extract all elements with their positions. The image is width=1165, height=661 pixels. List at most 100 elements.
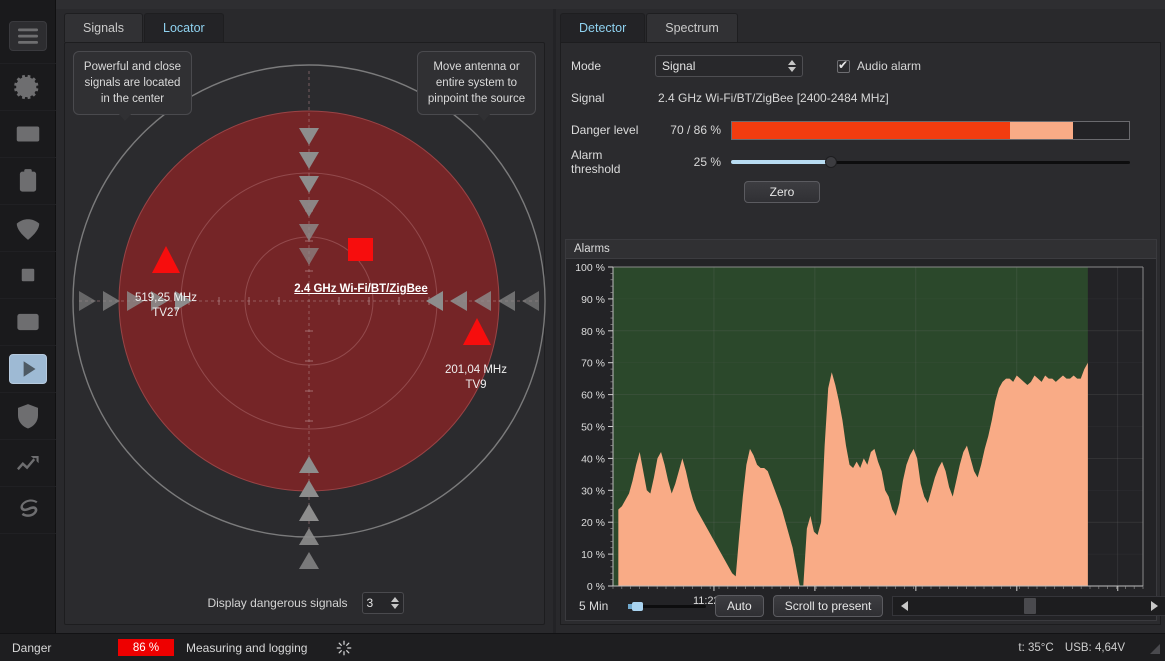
gear-icon [13, 74, 38, 100]
radar-label-wifi[interactable]: 2.4 GHz Wi-Fi/BT/ZigBee [270, 283, 452, 295]
trend-up-icon [16, 456, 39, 471]
audio-alarm-checkbox[interactable]: Audio alarm [837, 58, 922, 73]
locator-pane: Signals Locator 519,25 MHz TV27 2.4 GHz … [56, 9, 553, 633]
hamburger-icon [17, 28, 38, 44]
status-left-group: Danger 86 % Measuring and logging [8, 637, 1018, 659]
loading-spinner-icon [337, 640, 352, 655]
scroll-right-icon[interactable] [1143, 597, 1165, 615]
sidebar-item-menu[interactable] [0, 9, 56, 64]
chart-horizontal-scrollbar[interactable] [892, 596, 1165, 616]
play-icon [23, 361, 35, 377]
stepper-arrows-icon[interactable] [390, 597, 399, 609]
mode-value: Signal [662, 59, 696, 73]
play-button-box [8, 354, 47, 384]
threshold-knob[interactable] [824, 156, 837, 168]
alarm-threshold-row: Alarm threshold 25 % [561, 148, 1160, 176]
detector-tab-row: Detector Spectrum [556, 9, 1165, 42]
callout-move-antenna-hint-text: Move antenna or entire system to pinpoin… [427, 61, 526, 105]
locator-tab-row: Signals Locator [56, 9, 553, 42]
sidebar-item-trend[interactable] [0, 440, 56, 487]
scroll-to-present-button[interactable]: Scroll to present [772, 595, 884, 617]
shield-check-icon [17, 404, 38, 429]
sidebar-item-signal-info[interactable] [0, 205, 56, 252]
alarm-threshold-value: 25 % [693, 155, 721, 169]
display-dangerous-signals-stepper[interactable]: 3 [361, 592, 404, 614]
callout-tail-right [477, 113, 491, 121]
detector-pane: Detector Spectrum Mode Signal Audio alar… [556, 9, 1165, 633]
zero-button[interactable]: Zero [744, 181, 820, 203]
alarm-threshold-label: Alarm threshold [571, 148, 621, 176]
alarms-panel-title: Alarms [566, 240, 1156, 259]
radar-label-tv27-freq: 519,25 MHz [134, 292, 197, 304]
alarm-threshold-slider[interactable] [731, 155, 1130, 169]
detector-body: Mode Signal Audio alarm Signal 2.4 GHz W… [560, 42, 1165, 625]
callout-move-antenna-hint: Move antenna or entire system to pinpoin… [417, 51, 536, 121]
callout-tail-left [118, 113, 132, 121]
status-temperature: t: 35°C [1018, 641, 1054, 654]
radar-label-tv27: 519,25 MHz TV27 [103, 291, 229, 321]
svg-text:80 %: 80 % [581, 326, 605, 338]
callout-center-hint: Powerful and close signals are located i… [73, 51, 192, 121]
radar-label-tv9-channel: TV9 [465, 379, 487, 391]
status-message: Measuring and logging [186, 640, 308, 655]
sidebar-item-image[interactable] [0, 299, 56, 346]
mode-label: Mode [571, 59, 602, 73]
tab-locator[interactable]: Locator [144, 13, 224, 42]
sidebar-item-stop[interactable] [0, 252, 56, 299]
svg-text:90 %: 90 % [581, 294, 605, 306]
scrollbar-thumb[interactable] [1023, 598, 1036, 614]
danger-level-fill-peak [1009, 121, 1074, 139]
chart-controls: 5 Min Auto Scroll to present [565, 592, 1165, 620]
radar-label-tv9-freq: 201,04 MHz [444, 364, 507, 376]
scroll-left-icon[interactable] [893, 597, 915, 615]
audio-alarm-label: Audio alarm [857, 59, 922, 73]
danger-level-fill-current [732, 121, 1010, 139]
danger-level-row: Danger level 70 / 86 % [561, 117, 1160, 143]
mode-row: Mode Signal Audio alarm [561, 53, 1160, 79]
table-icon [16, 126, 39, 142]
clipboard-icon [19, 169, 36, 192]
alarms-panel: Alarms 0 % 10 % 20 % 30 % 40 % 50 % 60 % 70 % 80… [565, 239, 1157, 621]
mode-select[interactable]: Signal [655, 55, 803, 77]
audio-alarm-check-icon [837, 58, 850, 73]
radar-arrows-bottom [299, 456, 319, 569]
radar-marker-square-wifi [348, 238, 373, 261]
time-range-slider[interactable] [628, 599, 706, 613]
wifi-info-icon [16, 219, 39, 240]
locator-body: 519,25 MHz TV27 2.4 GHz Wi-Fi/BT/ZigBee … [64, 42, 546, 626]
application-window: Signals Locator 519,25 MHz TV27 2.4 GHz … [0, 0, 1165, 661]
icon-sidebar [0, 0, 56, 661]
sidebar-item-play[interactable] [0, 346, 56, 393]
danger-level-label: Danger level [571, 123, 639, 137]
display-dangerous-signals-row: Display dangerous signals 3 [65, 590, 546, 616]
sidebar-item-clipboard[interactable] [0, 158, 56, 205]
sidebar-item-settings[interactable] [0, 64, 56, 111]
tab-spectrum[interactable]: Spectrum [646, 13, 738, 42]
svg-text:20 %: 20 % [581, 517, 605, 529]
radar-display[interactable] [65, 43, 546, 626]
svg-text:100 %: 100 % [575, 262, 605, 274]
time-range-label: 5 Min [579, 599, 609, 613]
sidebar-item-waveform[interactable] [0, 487, 56, 534]
radar-label-tv9: 201,04 MHz TV9 [413, 363, 539, 393]
tab-signals[interactable]: Signals [64, 13, 143, 42]
display-dangerous-signals-label: Display dangerous signals [207, 596, 348, 610]
mode-stepper-icon[interactable] [788, 60, 796, 72]
sidebar-item-protection[interactable] [0, 393, 56, 440]
signal-label: Signal [571, 91, 605, 105]
status-danger-badge: 86 % [118, 639, 174, 656]
signal-value: 2.4 GHz Wi-Fi/BT/ZigBee [2400-2484 MHz] [658, 91, 889, 105]
tab-detector[interactable]: Detector [560, 13, 646, 42]
alarms-chart[interactable]: 0 %10 %20 %30 %40 %50 %60 %70 %80 %90 %1… [566, 259, 1156, 620]
auto-button[interactable]: Auto [715, 595, 764, 617]
status-usb-voltage: USB: 4,64V [1064, 641, 1125, 654]
threshold-fill [731, 160, 831, 164]
resize-grip-icon[interactable] [1147, 641, 1161, 655]
svg-text:70 %: 70 % [581, 358, 605, 370]
sidebar-item-table[interactable] [0, 111, 56, 158]
callout-center-hint-text: Powerful and close signals are located i… [83, 61, 182, 105]
time-range-knob[interactable] [632, 601, 643, 611]
danger-level-bar [731, 120, 1130, 140]
danger-level-value: 70 / 86 % [670, 123, 721, 137]
signal-row: Signal 2.4 GHz Wi-Fi/BT/ZigBee [2400-248… [561, 85, 1160, 111]
